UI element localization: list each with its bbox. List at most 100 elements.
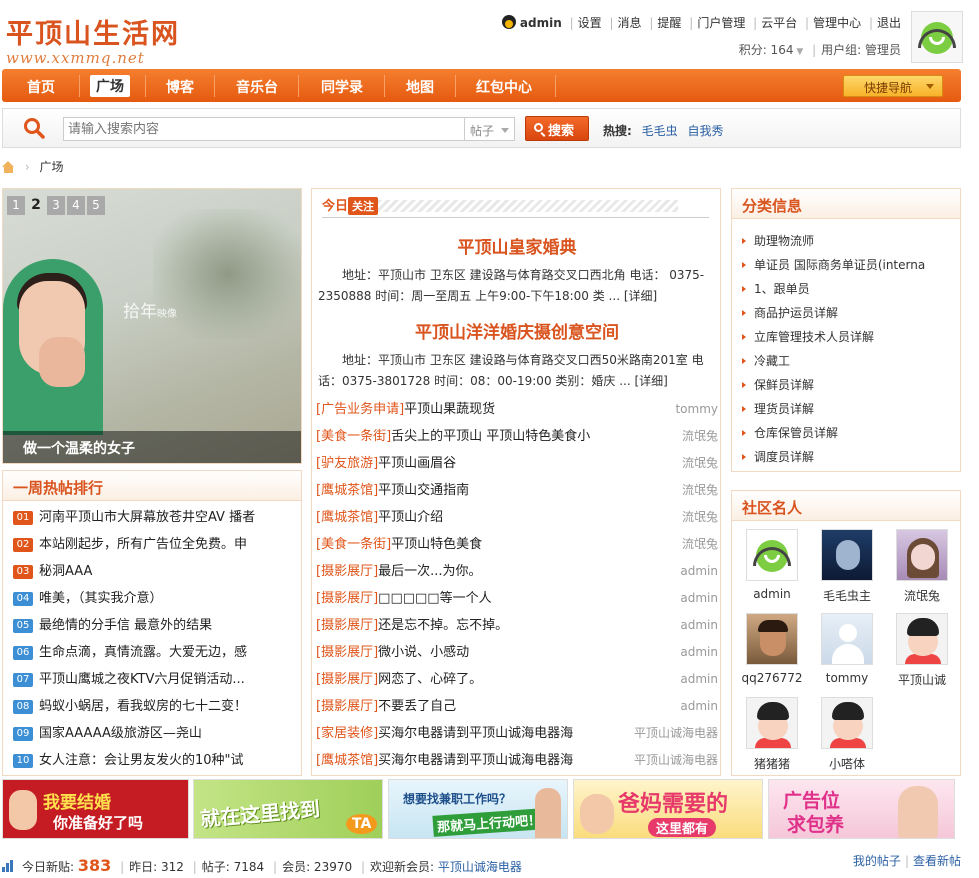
- member-card[interactable]: qq276772: [737, 613, 807, 685]
- hot-post-item[interactable]: 05 最绝情的分手信 最意外的结果: [13, 612, 301, 639]
- messages-link[interactable]: 消息: [618, 16, 642, 30]
- thread-title-link[interactable]: 不要丢了自己: [378, 699, 456, 714]
- thread-category-link[interactable]: [摄影展厅]: [316, 699, 378, 714]
- thread-author-link[interactable]: admin: [680, 612, 718, 639]
- thread-category-link[interactable]: [摄影展厅]: [316, 564, 378, 579]
- thread-category-link[interactable]: [鹰城茶馆]: [316, 510, 378, 525]
- ad-banner-adspace[interactable]: 广告位 求包养: [768, 779, 955, 839]
- search-type-select[interactable]: 帖子: [465, 117, 515, 141]
- member-card[interactable]: 毛毛虫主: [812, 529, 882, 604]
- hot-term-link[interactable]: 自我秀: [687, 124, 723, 138]
- newest-member-link[interactable]: 平顶山诚海电器: [438, 860, 522, 874]
- nav-item-classmates[interactable]: 同学录: [321, 77, 363, 97]
- member-name-link[interactable]: 平顶山诚: [887, 671, 957, 688]
- logout-link[interactable]: 退出: [877, 16, 901, 30]
- cartoon-boy-avatar-icon[interactable]: [896, 613, 948, 665]
- search-input[interactable]: [63, 117, 465, 141]
- classified-link[interactable]: 立库管理技术人员详解: [754, 330, 874, 344]
- classified-link[interactable]: 1、跟单员: [754, 282, 810, 296]
- thread-title-link[interactable]: 买海尔电器请到平顶山诚海电器海: [378, 726, 573, 741]
- thread-title-link[interactable]: 舌尖上的平顶山 平顶山特色美食小: [391, 429, 590, 444]
- girl-avatar-icon[interactable]: [896, 529, 948, 581]
- slide-page-button[interactable]: 3: [47, 196, 65, 215]
- thread-category-link[interactable]: [摄影展厅]: [316, 591, 378, 606]
- thread-title-link[interactable]: 买海尔电器请到平顶山诚海电器海: [378, 753, 573, 768]
- username-link[interactable]: admin: [520, 16, 562, 30]
- hot-post-item[interactable]: 10 女人注意：会让男友发火的10种"试: [13, 747, 301, 774]
- thread-author-link[interactable]: 流氓兔: [682, 450, 718, 477]
- thread-category-link[interactable]: [美食一条街]: [316, 429, 391, 444]
- member-card[interactable]: tommy: [812, 613, 882, 685]
- member-name-link[interactable]: admin: [737, 587, 807, 601]
- hot-post-item[interactable]: 07 平顶山鹰城之夜KTV六月促销活动...: [13, 666, 301, 693]
- slide-page-button[interactable]: 1: [7, 196, 25, 215]
- thread-title-link[interactable]: 平顶山果蔬现货: [404, 402, 495, 417]
- member-name-link[interactable]: 猪猪猪: [737, 755, 807, 772]
- thread-author-link[interactable]: 流氓兔: [682, 504, 718, 531]
- cloud-platform-link[interactable]: 云平台: [761, 16, 797, 30]
- hot-term-link[interactable]: 毛毛虫: [642, 124, 678, 138]
- thread-category-link[interactable]: [鹰城茶馆]: [316, 483, 378, 498]
- site-logo[interactable]: 平顶山生活网 www.xxmmq.net: [6, 12, 206, 67]
- nav-item-home[interactable]: 首页: [27, 77, 55, 97]
- slide-page-button[interactable]: 5: [87, 196, 105, 215]
- classified-item[interactable]: 保鲜员详解: [742, 373, 960, 397]
- thread-category-link[interactable]: [家居装修]: [316, 726, 378, 741]
- thread-title-link[interactable]: 平顶山特色美食: [391, 537, 482, 552]
- thread-title-link[interactable]: 平顶山交通指南: [378, 483, 469, 498]
- nav-item-square[interactable]: 广场: [90, 75, 130, 97]
- member-card[interactable]: 小嗒体: [812, 697, 882, 772]
- classified-link[interactable]: 冷藏工: [754, 354, 790, 368]
- thread-category-link[interactable]: [鹰城茶馆]: [316, 753, 378, 768]
- hot-post-item[interactable]: 06 生命点滴，真情流露。大爱无边，感: [13, 639, 301, 666]
- thread-author-link[interactable]: admin: [680, 585, 718, 612]
- hot-post-title[interactable]: 本站刚起步，所有广告位全免费。申: [39, 537, 247, 552]
- quick-nav-button[interactable]: 快捷导航: [843, 75, 943, 97]
- hot-post-title[interactable]: 最绝情的分手信 最意外的结果: [39, 618, 212, 633]
- hot-post-title[interactable]: 女人注意：会让男友发火的10种"试: [39, 753, 244, 768]
- ad-banner-wedding[interactable]: 我要结婚 你准备好了吗: [2, 779, 189, 839]
- user-group-link[interactable]: 用户组: 管理员: [821, 43, 901, 57]
- hot-post-title[interactable]: 河南平顶山市大屏幕放苍井空AV 播者: [39, 510, 255, 525]
- dark-avatar-icon[interactable]: [821, 529, 873, 581]
- thread-author-link[interactable]: admin: [680, 558, 718, 585]
- feature-title[interactable]: 平顶山洋洋婚庆摄创意空间: [312, 318, 722, 343]
- cartoon-boy-avatar-icon[interactable]: [746, 697, 798, 749]
- nav-item-music[interactable]: 音乐台: [236, 77, 278, 97]
- thread-category-link[interactable]: [摄影展厅]: [316, 618, 378, 633]
- classified-link[interactable]: 保鲜员详解: [754, 378, 814, 392]
- member-name-link[interactable]: tommy: [812, 671, 882, 685]
- classified-item[interactable]: 理货员详解: [742, 397, 960, 421]
- thread-author-link[interactable]: 流氓兔: [682, 477, 718, 504]
- hot-post-item[interactable]: 04 唯美，（其实我介意）: [13, 585, 301, 612]
- thread-author-link[interactable]: admin: [680, 693, 718, 720]
- man-avatar-icon[interactable]: [746, 613, 798, 665]
- classified-item[interactable]: 仓库保管员详解: [742, 421, 960, 445]
- member-name-link[interactable]: 毛毛虫主: [812, 587, 882, 604]
- hot-post-title[interactable]: 平顶山鹰城之夜KTV六月促销活动...: [39, 672, 245, 687]
- thread-title-link[interactable]: 网恋了、心碎了。: [378, 672, 482, 687]
- hot-post-title[interactable]: 蚂蚁小蜗居，看我蚁房的七十二变！: [39, 699, 247, 714]
- thread-author-link[interactable]: tommy: [675, 396, 718, 423]
- ad-banner-parttime[interactable]: 想要找兼职工作吗？ 那就马上行动吧！: [388, 779, 568, 839]
- home-icon[interactable]: [2, 161, 15, 173]
- hot-post-title[interactable]: 生命点滴，真情流露。大爱无边，感: [39, 645, 247, 660]
- hot-post-title[interactable]: 国家AAAAA级旅游区—尧山: [39, 726, 202, 741]
- thread-category-link[interactable]: [摄影展厅]: [316, 645, 378, 660]
- member-name-link[interactable]: qq276772: [737, 671, 807, 685]
- classified-link[interactable]: 商品护运员详解: [754, 306, 838, 320]
- member-name-link[interactable]: 小嗒体: [812, 755, 882, 772]
- thread-author-link[interactable]: 流氓兔: [682, 531, 718, 558]
- search-button[interactable]: 搜索: [525, 116, 589, 141]
- classified-link[interactable]: 单证员 国际商务单证员(interna: [754, 258, 925, 272]
- credits-link[interactable]: 积分: 164: [739, 43, 794, 57]
- default-avatar-icon[interactable]: [821, 613, 873, 665]
- member-name-link[interactable]: 流氓兔: [887, 587, 957, 604]
- hot-post-item[interactable]: 02 本站刚起步，所有广告位全免费。申: [13, 531, 301, 558]
- classified-link[interactable]: 调度员详解: [754, 450, 814, 464]
- hot-post-item[interactable]: 09 国家AAAAA级旅游区—尧山: [13, 720, 301, 747]
- member-card[interactable]: 流氓兔: [887, 529, 957, 604]
- detail-link[interactable]: [详细]: [624, 289, 657, 303]
- thread-title-link[interactable]: □□□□□等一个人: [378, 591, 491, 606]
- thread-title-link[interactable]: 还是忘不掉。忘不掉。: [378, 618, 508, 633]
